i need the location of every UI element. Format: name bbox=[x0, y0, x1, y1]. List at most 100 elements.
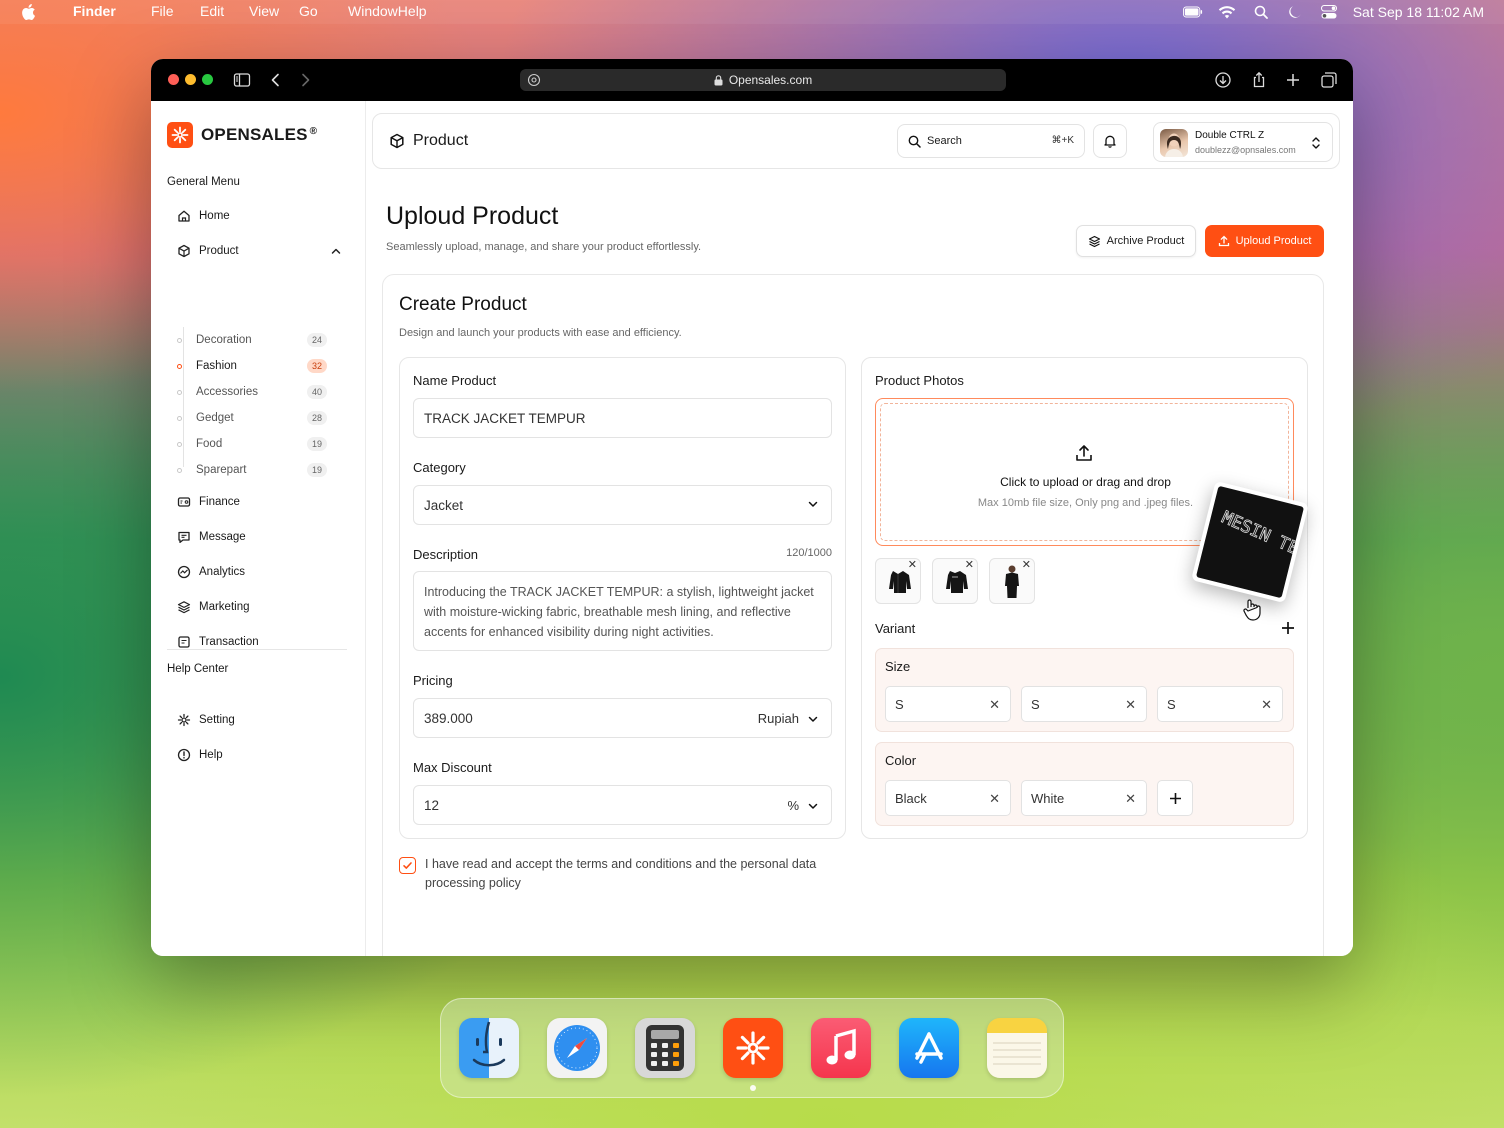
dragged-image-text: MESIN TEMPUR bbox=[1219, 508, 1304, 577]
subitem-label: Accessories bbox=[196, 386, 258, 398]
add-color-button[interactable] bbox=[1157, 780, 1193, 816]
wifi-icon[interactable] bbox=[1217, 5, 1237, 19]
tree-dot bbox=[177, 441, 182, 447]
app-store-icon[interactable] bbox=[899, 1018, 959, 1078]
wallet-icon bbox=[177, 497, 191, 507]
finder-icon[interactable] bbox=[459, 1018, 519, 1078]
color-chip[interactable]: Black ✕ bbox=[885, 780, 1011, 816]
menu-window-help[interactable]: WindowHelp bbox=[348, 3, 427, 19]
focus-moon-icon[interactable] bbox=[1285, 5, 1305, 19]
photo-thumbnail[interactable]: ✕ bbox=[875, 558, 921, 604]
currency-select[interactable]: Rupiah bbox=[758, 711, 819, 726]
size-chip[interactable]: S ✕ bbox=[885, 686, 1011, 722]
sidebar-subitem-fashion[interactable]: Fashion 32 bbox=[177, 355, 341, 377]
chevron-up-icon[interactable] bbox=[329, 244, 343, 258]
sidebar-item-finance[interactable]: Finance bbox=[167, 487, 351, 517]
archive-product-button[interactable]: Archive Product bbox=[1076, 225, 1196, 257]
size-chip[interactable]: S ✕ bbox=[1157, 686, 1283, 722]
url-text: Opensales.com bbox=[728, 73, 813, 87]
apple-icon[interactable] bbox=[20, 3, 36, 21]
menu-go[interactable]: Go bbox=[299, 3, 318, 19]
back-arrow-icon[interactable] bbox=[267, 71, 285, 89]
sidebar-item-marketing[interactable]: Marketing bbox=[167, 592, 351, 622]
add-variant-button[interactable] bbox=[1281, 619, 1295, 641]
menu-file[interactable]: File bbox=[151, 3, 174, 19]
user-menu[interactable]: Double CTRL Z doublezz@opnsales.com bbox=[1153, 122, 1333, 162]
analytics-icon bbox=[177, 565, 191, 579]
sidebar-toggle-icon[interactable] bbox=[233, 71, 251, 89]
photo-thumbnail[interactable]: ✕ bbox=[932, 558, 978, 604]
brand-logo[interactable]: OPENSALES ® bbox=[167, 122, 317, 148]
color-chip[interactable]: White ✕ bbox=[1021, 780, 1147, 816]
battery-icon[interactable] bbox=[1182, 5, 1203, 19]
tree-dot bbox=[177, 467, 182, 473]
menu-clock[interactable]: Sat Sep 18 11:02 AM bbox=[1353, 4, 1484, 20]
notes-icon[interactable] bbox=[987, 1018, 1047, 1078]
archive-product-label: Archive Product bbox=[1106, 235, 1185, 247]
sidebar-item-setting[interactable]: Setting bbox=[167, 705, 351, 735]
sidebar-subitem-sparepart[interactable]: Sparepart 19 bbox=[177, 459, 341, 481]
remove-color-icon[interactable]: ✕ bbox=[989, 791, 1000, 807]
description-textarea[interactable]: Introducing the TRACK JACKET TEMPUR: a s… bbox=[413, 571, 832, 651]
forward-arrow-icon[interactable] bbox=[296, 71, 314, 89]
menu-view[interactable]: View bbox=[249, 3, 279, 19]
sidebar-subitem-decoration[interactable]: Decoration 24 bbox=[177, 329, 341, 351]
size-value: S bbox=[895, 696, 904, 712]
upload-icon bbox=[1076, 445, 1092, 461]
window-close-button[interactable] bbox=[168, 74, 179, 85]
menu-edit[interactable]: Edit bbox=[200, 3, 224, 19]
sidebar-item-transaction[interactable]: Transaction bbox=[167, 627, 351, 657]
sidebar-subitem-food[interactable]: Food 19 bbox=[177, 433, 341, 455]
search-input[interactable]: Search ⌘+K bbox=[897, 124, 1085, 158]
remove-size-icon[interactable]: ✕ bbox=[1261, 697, 1272, 713]
control-center-icon[interactable] bbox=[1319, 5, 1339, 19]
window-minimize-button[interactable] bbox=[185, 74, 196, 85]
discount-unit: % bbox=[787, 798, 799, 813]
size-chip[interactable]: S ✕ bbox=[1021, 686, 1147, 722]
remove-photo-icon[interactable]: ✕ bbox=[965, 558, 974, 571]
card-title: Create Product bbox=[399, 294, 527, 315]
sidebar-item-message[interactable]: Message bbox=[167, 522, 351, 552]
downloads-icon[interactable] bbox=[1214, 71, 1232, 89]
address-bar[interactable]: Opensales.com bbox=[520, 69, 1006, 91]
window-zoom-button[interactable] bbox=[202, 74, 213, 85]
privacy-report-icon[interactable] bbox=[527, 73, 541, 87]
calculator-icon[interactable] bbox=[635, 1018, 695, 1078]
spotlight-icon[interactable] bbox=[1251, 5, 1271, 19]
variant-label: Variant bbox=[875, 621, 916, 636]
notification-button[interactable] bbox=[1093, 124, 1127, 158]
message-icon bbox=[178, 531, 190, 543]
share-icon[interactable] bbox=[1250, 71, 1268, 89]
color-value: White bbox=[1031, 790, 1065, 806]
photo-thumbnail[interactable]: ✕ bbox=[989, 558, 1035, 604]
music-icon[interactable] bbox=[811, 1018, 871, 1078]
menu-app-name[interactable]: Finder bbox=[73, 3, 116, 19]
sidebar-item-help[interactable]: Help bbox=[167, 740, 351, 770]
pricing-input[interactable]: 389.000 Rupiah bbox=[413, 698, 832, 738]
remove-photo-icon[interactable]: ✕ bbox=[1022, 558, 1031, 571]
category-select[interactable]: Jacket bbox=[413, 485, 832, 525]
remove-size-icon[interactable]: ✕ bbox=[1125, 697, 1136, 713]
terms-checkbox[interactable] bbox=[399, 857, 416, 874]
safari-icon[interactable] bbox=[547, 1018, 607, 1078]
discount-unit-select[interactable]: % bbox=[787, 798, 819, 813]
tab-overview-icon[interactable] bbox=[1320, 71, 1338, 89]
max-discount-input[interactable]: 12 % bbox=[413, 785, 832, 825]
upload-product-button[interactable]: Uploud Product bbox=[1205, 225, 1324, 257]
dragged-shirt-image: MESIN TEMPUR bbox=[1195, 485, 1309, 599]
upload-product-label: Uploud Product bbox=[1235, 235, 1312, 247]
sidebar-item-analytics[interactable]: Analytics bbox=[167, 557, 351, 587]
opensales-icon[interactable] bbox=[723, 1018, 783, 1078]
subitem-label: Food bbox=[196, 438, 223, 450]
sidebar-item-home[interactable]: Home bbox=[167, 201, 351, 231]
sidebar-subitem-gedget[interactable]: Gedget 28 bbox=[177, 407, 341, 429]
remove-size-icon[interactable]: ✕ bbox=[989, 697, 1000, 713]
remove-photo-icon[interactable]: ✕ bbox=[908, 558, 917, 571]
name-product-label: Name Product bbox=[413, 373, 497, 388]
browser-window: Opensales.com OPENSALES ® General Menu Ho… bbox=[151, 59, 1353, 956]
new-tab-icon[interactable] bbox=[1284, 71, 1302, 89]
sidebar-item-product[interactable]: Product bbox=[167, 236, 351, 266]
remove-color-icon[interactable]: ✕ bbox=[1125, 791, 1136, 807]
sidebar-subitem-accessories[interactable]: Accessories 40 bbox=[177, 381, 341, 403]
name-product-input[interactable]: TRACK JACKET TEMPUR bbox=[413, 398, 832, 438]
